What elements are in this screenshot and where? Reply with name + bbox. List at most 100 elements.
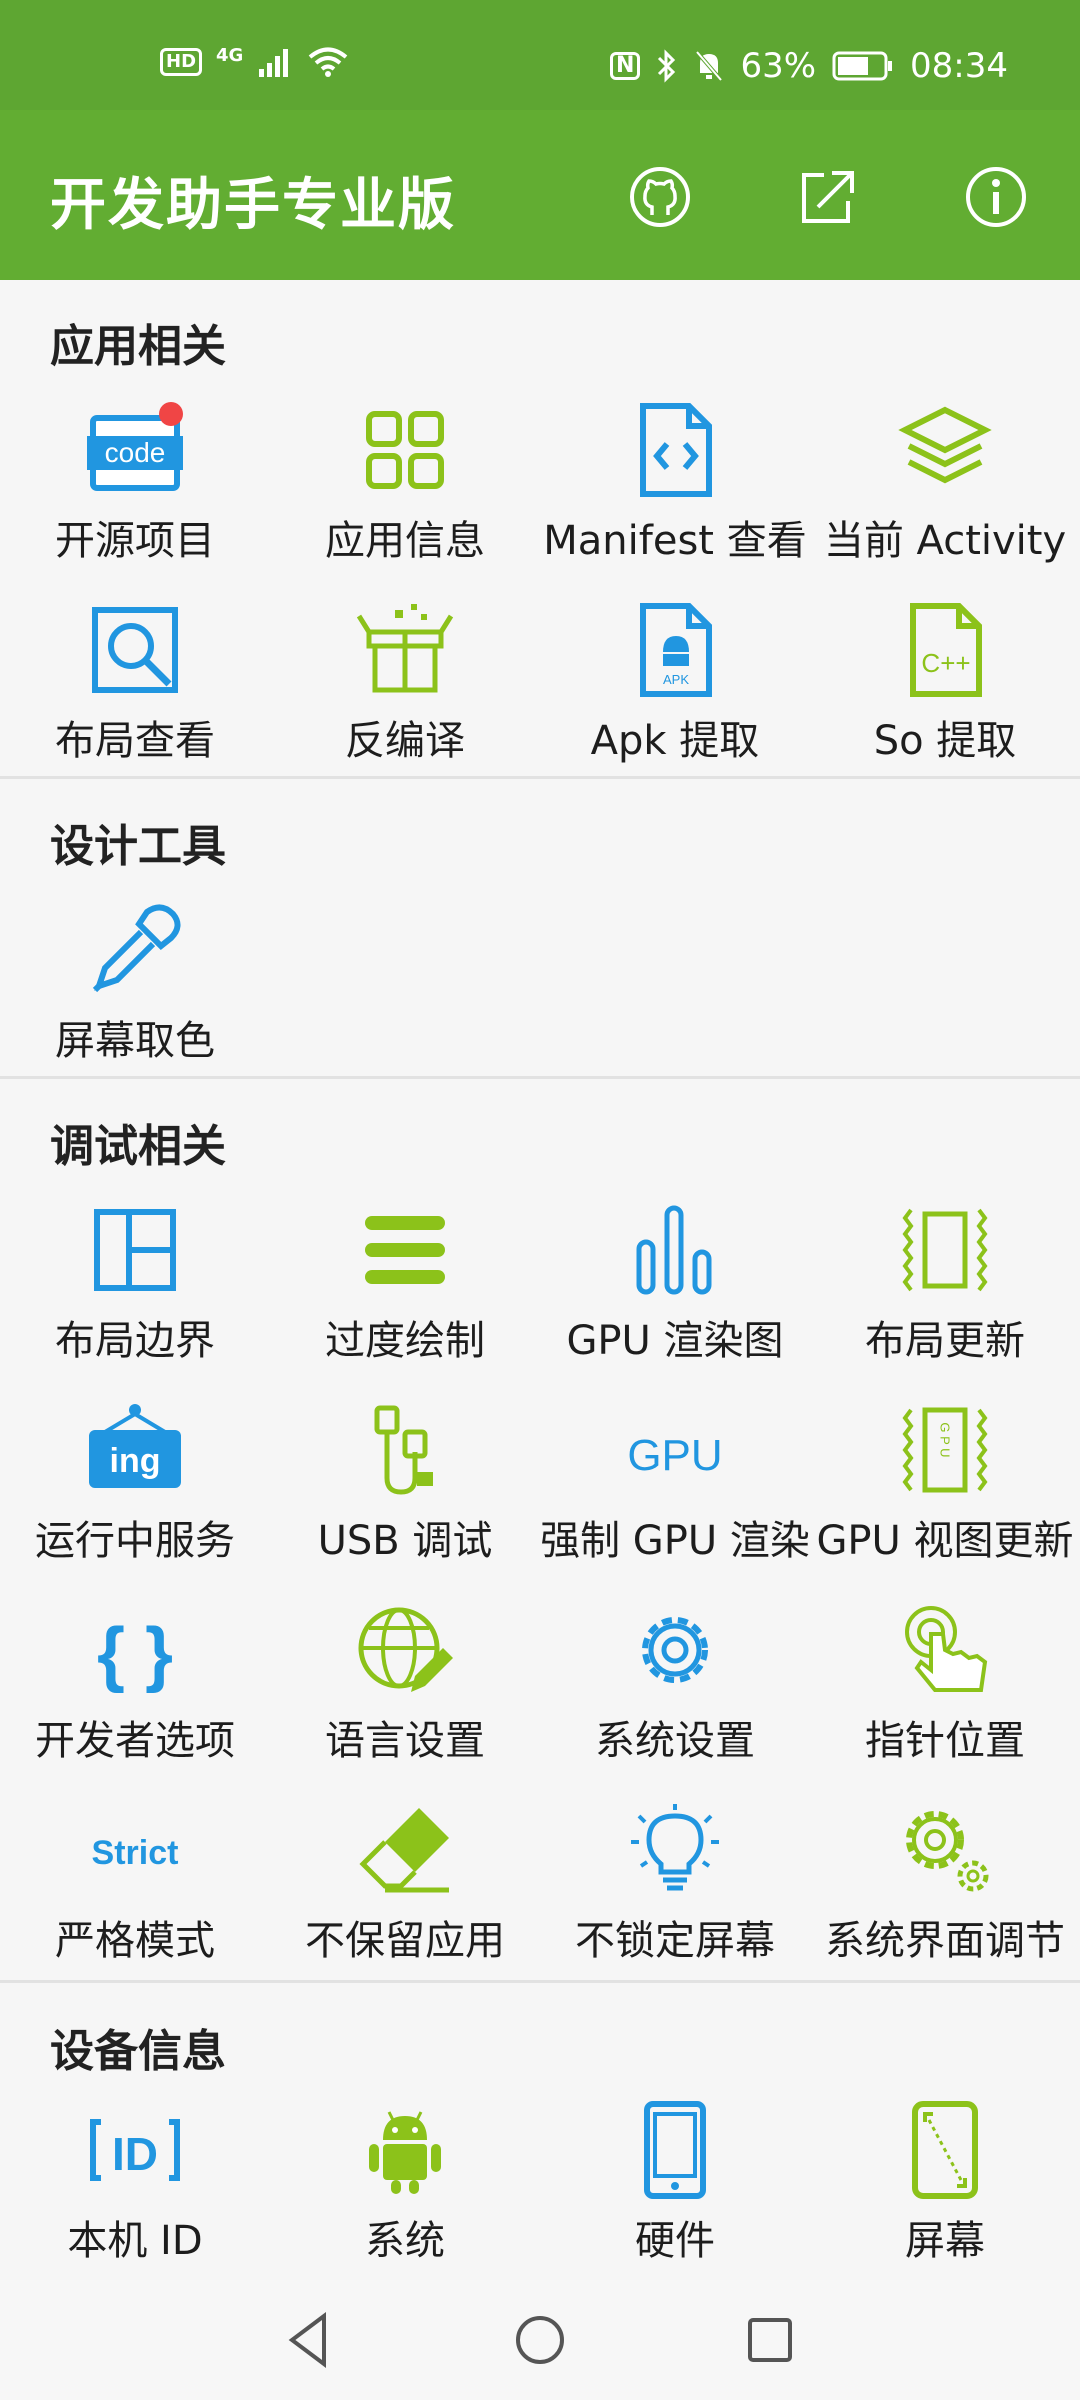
tool-so-extract[interactable]: C++ So 提取 (810, 590, 1080, 790)
tool-hardware[interactable]: 硬件 (540, 2090, 810, 2290)
tile-label: 不保留应用 (305, 1918, 505, 1964)
tool-current-activity[interactable]: 当前 Activity (810, 390, 1080, 590)
svg-text:C++: C++ (921, 648, 970, 678)
tool-color-picker[interactable]: 屏幕取色 (0, 890, 270, 1090)
tool-language-settings[interactable]: 语言设置 (270, 1590, 540, 1790)
tool-pointer-location[interactable]: 指针位置 (810, 1590, 1080, 1790)
tile-label: 布局更新 (865, 1318, 1025, 1364)
tile-label: 系统界面调节 (825, 1918, 1065, 1964)
tool-running-services[interactable]: ing 运行中服务 (0, 1390, 270, 1590)
back-icon[interactable] (280, 2310, 340, 2370)
clock: 08:34 (910, 46, 1008, 86)
svg-text:{ }: { } (97, 1614, 173, 1694)
tool-developer-options[interactable]: { } 开发者选项 (0, 1590, 270, 1790)
tool-system-settings[interactable]: 系统设置 (540, 1590, 810, 1790)
tool-grid: 应用相关 code 开源项目 应用信息 Manifest 查看 当前 Activ… (0, 280, 1080, 2280)
gpu-chip-icon: G P U (902, 1407, 988, 1493)
tool-layout-bounds[interactable]: 布局边界 (0, 1190, 270, 1390)
layout-bounds-icon (94, 1209, 176, 1291)
tile-label: 布局边界 (55, 1318, 215, 1364)
tool-strict-mode[interactable]: Strict 严格模式 (0, 1790, 270, 1990)
screen-diagonal-icon (912, 2101, 978, 2199)
tool-app-info[interactable]: 应用信息 (270, 390, 540, 590)
tool-manifest[interactable]: Manifest 查看 (540, 390, 810, 590)
tile-label: 运行中服务 (35, 1518, 235, 1564)
tool-overdraw[interactable]: 过度绘制 (270, 1190, 540, 1390)
open-box-icon (356, 604, 454, 693)
tile-label: Manifest 查看 (543, 518, 807, 564)
bluetooth-icon (658, 49, 676, 83)
tile-label: So 提取 (873, 718, 1017, 764)
tile-label: 当前 Activity (823, 518, 1067, 564)
section-title-device: 设备信息 (50, 2026, 226, 2077)
section-divider (0, 1076, 1080, 1079)
signal-icon (259, 49, 289, 77)
tile-label: 反编译 (345, 718, 465, 764)
tool-open-source[interactable]: code 开源项目 (0, 390, 270, 590)
svg-text:G P U: G P U (938, 1422, 953, 1457)
tool-system[interactable]: 系统 (270, 2090, 540, 2290)
code-file-icon (640, 403, 712, 497)
app-bar: 开发助手专业版 (0, 110, 1080, 280)
braces-icon: { } (97, 1614, 173, 1694)
tile-label: 强制 GPU 渲染 (540, 1518, 810, 1564)
info-icon[interactable] (964, 165, 1028, 229)
phone-icon (644, 2101, 706, 2199)
touch-hand-icon (905, 1606, 988, 1692)
tool-device-id[interactable]: ID 本机 ID (0, 2090, 270, 2290)
layout-search-icon (92, 607, 178, 693)
code-icon: code (87, 402, 183, 491)
tool-system-ui-tuner[interactable]: 系统界面调节 (810, 1790, 1080, 1990)
tile-label: 硬件 (635, 2218, 715, 2264)
tile-label: 语言设置 (325, 1718, 485, 1764)
section-title-design: 设计工具 (50, 821, 226, 872)
tile-label: 布局查看 (55, 718, 215, 764)
share-icon[interactable] (796, 165, 860, 229)
section-title-app: 应用相关 (50, 321, 226, 372)
home-icon[interactable] (510, 2310, 570, 2370)
id-icon: ID (90, 2119, 180, 2181)
battery-percent: 63% (740, 46, 817, 86)
tool-layout-viewer[interactable]: 布局查看 (0, 590, 270, 790)
hd-badge: HD (160, 48, 203, 76)
tile-label: USB 调试 (317, 1518, 493, 1564)
tile-label: 屏幕 (905, 2218, 985, 2264)
gears-icon (906, 1811, 989, 1892)
tool-apk-extract[interactable]: APK Apk 提取 (540, 590, 810, 790)
tile-label: 过度绘制 (325, 1318, 485, 1364)
tool-gpu-profile[interactable]: GPU 渲染图 (540, 1190, 810, 1390)
section-divider (0, 1980, 1080, 1983)
lightbulb-icon (631, 1804, 719, 1891)
cpp-file-icon: C++ (910, 603, 982, 697)
eraser-icon (359, 1808, 449, 1893)
section-title-debug: 调试相关 (50, 1121, 226, 1172)
tile-label: GPU 视图更新 (816, 1518, 1074, 1564)
tool-usb-debug[interactable]: USB 调试 (270, 1390, 540, 1590)
tile-label: 系统设置 (595, 1718, 755, 1764)
tool-layout-update[interactable]: 布局更新 (810, 1190, 1080, 1390)
gpu-text-icon: GPU (627, 1431, 722, 1480)
tile-label: 严格模式 (55, 1918, 215, 1964)
tile-label: 不锁定屏幕 (575, 1918, 775, 1964)
svg-text:ID: ID (112, 2128, 158, 2180)
tool-force-gpu[interactable]: GPU 强制 GPU 渲染 (540, 1390, 810, 1590)
svg-text:ing: ing (110, 1442, 161, 1480)
tile-label: 开发者选项 (35, 1718, 235, 1764)
app-title: 开发助手专业版 (50, 173, 456, 238)
globe-pencil-icon (358, 1607, 453, 1692)
tool-gpu-view-update[interactable]: G P U GPU 视图更新 (810, 1390, 1080, 1590)
tool-decompile[interactable]: 反编译 (270, 590, 540, 790)
system-nav-bar (0, 2280, 1080, 2400)
grid-icon (366, 411, 444, 489)
github-icon[interactable] (628, 165, 692, 229)
section-divider (0, 776, 1080, 779)
strict-text-icon: Strict (92, 1834, 179, 1872)
android-icon (369, 2111, 441, 2194)
tool-stay-awake[interactable]: 不锁定屏幕 (540, 1790, 810, 1990)
frame-update-icon (902, 1208, 988, 1292)
tool-dont-keep-activities[interactable]: 不保留应用 (270, 1790, 540, 1990)
tile-label: 本机 ID (67, 2218, 203, 2264)
tool-screen[interactable]: 屏幕 (810, 2090, 1080, 2290)
recents-icon[interactable] (740, 2310, 800, 2370)
tile-label: 指针位置 (865, 1718, 1025, 1764)
